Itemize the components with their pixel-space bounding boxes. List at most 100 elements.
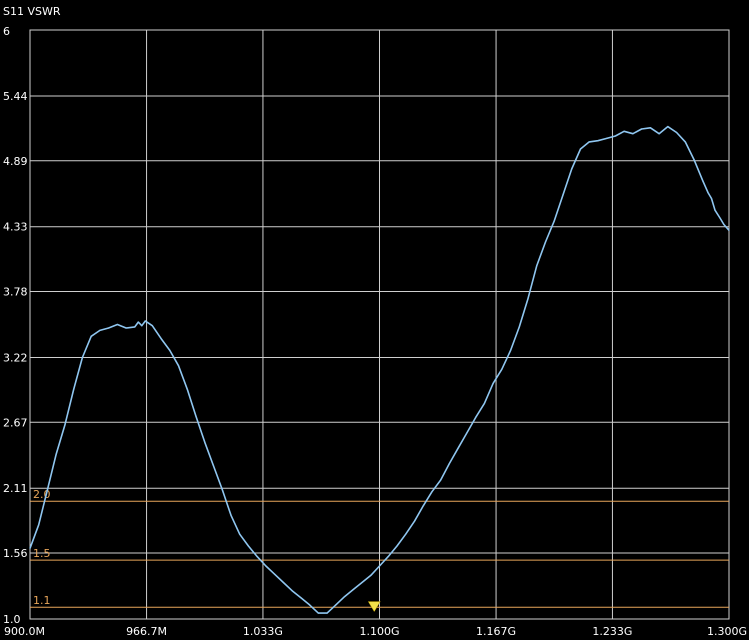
data-point: [90, 335, 92, 337]
y-tick-label: 6: [3, 25, 10, 38]
data-point: [707, 192, 709, 194]
data-point: [413, 520, 416, 522]
data-point: [448, 462, 450, 465]
data-point: [579, 148, 582, 150]
x-tick-label: 900.0M: [4, 625, 45, 638]
data-point: [641, 128, 643, 130]
x-tick-label: 1.300G: [707, 625, 747, 638]
data-point: [300, 597, 302, 599]
data-point: [204, 441, 206, 443]
chart-title: S11 VSWR: [3, 5, 61, 18]
data-point: [536, 265, 538, 267]
data-point: [684, 141, 686, 143]
data-point: [571, 168, 573, 170]
data-point: [239, 533, 241, 535]
data-point: [309, 604, 311, 606]
data-point: [431, 491, 433, 493]
data-point: [46, 488, 49, 490]
y-tick-label: 1.0: [3, 613, 21, 626]
data-point: [475, 417, 477, 419]
reference-line-label: 1.1: [33, 594, 51, 607]
data-point: [723, 223, 725, 225]
data-point: [125, 327, 127, 329]
data-point: [230, 514, 232, 516]
x-tick-label: 966.7M: [126, 625, 167, 638]
data-point: [169, 349, 171, 351]
data-point: [344, 596, 346, 598]
data-point: [510, 349, 512, 351]
data-point: [649, 127, 652, 129]
y-tick-label: 5.44: [3, 90, 28, 103]
y-tick-label: 2.11: [3, 482, 28, 495]
data-point: [405, 533, 407, 535]
data-point: [38, 524, 40, 526]
data-point: [728, 229, 730, 231]
data-point: [623, 130, 625, 132]
data-point: [466, 432, 468, 434]
data-point: [693, 159, 695, 161]
data-point: [274, 573, 276, 575]
data-point: [137, 321, 139, 323]
data-point: [483, 402, 485, 404]
data-point: [352, 588, 354, 591]
data-point: [282, 581, 284, 584]
data-point: [378, 565, 381, 567]
data-point: [553, 220, 555, 222]
data-point: [134, 326, 136, 328]
y-tick-label: 3.78: [3, 286, 28, 299]
data-point: [658, 133, 660, 135]
x-tick-label: 1.167G: [476, 625, 516, 638]
data-point: [141, 325, 143, 327]
data-point: [440, 479, 442, 481]
x-axis-ticks: 900.0M 966.7M 1.033G 1.100G 1.167G 1.233G 1.30…: [4, 625, 747, 638]
data-point: [387, 556, 389, 558]
data-point: [562, 194, 564, 196]
data-point: [597, 140, 599, 142]
data-point: [667, 126, 669, 128]
data-point: [714, 209, 716, 211]
data-point: [29, 547, 31, 549]
data-point: [55, 453, 57, 455]
y-tick-label: 4.33: [3, 221, 28, 234]
x-tick-label: 1.100G: [359, 625, 399, 638]
data-point: [457, 447, 459, 449]
data-point: [326, 612, 328, 614]
data-point: [518, 326, 520, 328]
data-point: [247, 545, 249, 547]
data-point: [361, 581, 363, 584]
data-point: [588, 141, 590, 143]
data-point: [148, 322, 150, 324]
data-point: [396, 545, 398, 547]
data-point: [64, 424, 66, 426]
data-point: [160, 338, 162, 340]
data-point: [177, 365, 180, 367]
vswr-chart: S11 VSWR 2.01.51.1 900.0M 966.7M 1.033G 1.1…: [3, 5, 747, 638]
data-point: [632, 133, 634, 135]
data-point: [195, 415, 197, 417]
x-tick-label: 1.233G: [592, 625, 632, 638]
y-tick-label: 4.89: [3, 155, 28, 168]
data-point: [108, 327, 110, 329]
data-point: [335, 604, 337, 606]
data-point: [606, 137, 608, 139]
data-point: [291, 590, 293, 592]
data-point: [422, 505, 424, 507]
grid-lines: [29, 29, 730, 620]
data-point: [317, 612, 319, 614]
reference-line-label: 1.5: [33, 547, 51, 560]
y-tick-label: 3.22: [3, 351, 28, 364]
data-point: [370, 574, 372, 577]
data-point: [501, 368, 503, 370]
data-point: [81, 356, 83, 359]
y-tick-label: 1.56: [3, 547, 28, 560]
data-point: [221, 488, 223, 490]
y-tick-label: 2.67: [3, 416, 28, 429]
data-point: [710, 197, 713, 200]
data-point: [116, 323, 118, 326]
x-tick-label: 1.033G: [243, 625, 283, 638]
data-point: [492, 382, 494, 384]
data-point: [73, 388, 75, 390]
data-point: [527, 298, 529, 300]
data-point: [719, 217, 721, 220]
data-point: [186, 388, 188, 390]
